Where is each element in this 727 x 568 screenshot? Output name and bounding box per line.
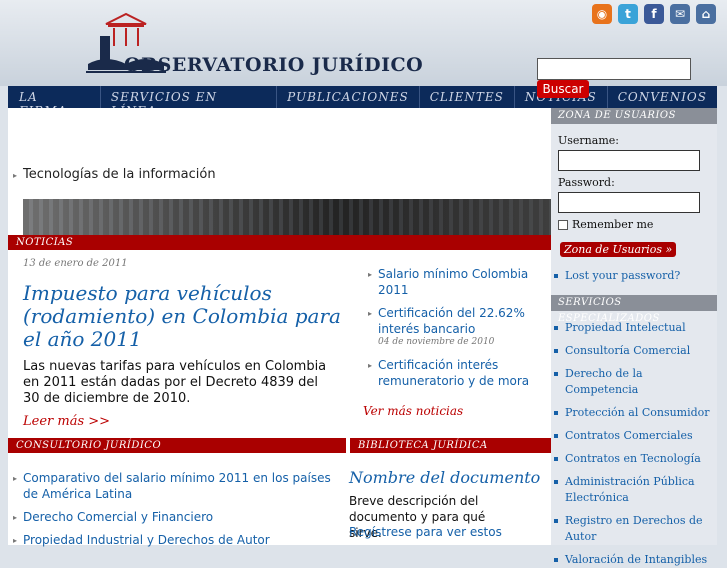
news-header: NOTICIAS xyxy=(8,235,551,250)
users-header: ZONA DE USUARIOS xyxy=(551,108,717,124)
users-zone-button[interactable]: Zona de Usuarios » xyxy=(560,242,677,257)
twitter-icon[interactable]: t xyxy=(618,4,638,24)
password-field[interactable] xyxy=(558,192,700,213)
mail-icon[interactable]: ✉ xyxy=(670,4,690,24)
news-headline[interactable]: Impuesto para vehículos (rodamiento) en … xyxy=(23,282,343,351)
search-input[interactable] xyxy=(537,58,691,80)
bullet-arrow-icon: ▸ xyxy=(368,309,373,318)
news-side-item[interactable]: ▸ Certificación del 22.62% interés bancar… xyxy=(368,305,543,337)
services-list: Propiedad Intelectual Consultoría Comerc… xyxy=(551,320,717,568)
news-side-item[interactable]: ▸ Certificación interés remuneratorio y d… xyxy=(368,357,543,389)
remember-checkbox[interactable] xyxy=(558,219,568,230)
social-links: ◉ t f ✉ ⌂ xyxy=(592,4,716,24)
main-nav: LA FIRMA SERVICIOS EN LÍNEA PUBLICACIONE… xyxy=(8,86,717,118)
bullet-arrow-icon: ▸ xyxy=(368,361,373,370)
users-links: Lost your password? xyxy=(551,268,717,284)
password-label: Password: xyxy=(558,176,615,189)
consultorio-header: CONSULTORIO JURÍDICO xyxy=(8,438,346,453)
site-title: OBSERVATORIO JURÍDICO xyxy=(124,54,424,76)
service-item[interactable]: Derecho de la Competencia xyxy=(551,366,717,398)
bullet-arrow-icon: ▸ xyxy=(368,270,373,279)
rss-icon[interactable]: ◉ xyxy=(592,4,612,24)
service-item[interactable]: Registro en Derechos de Autor xyxy=(551,513,717,545)
nav-clientes[interactable]: CLIENTES xyxy=(420,86,515,108)
service-item[interactable]: Contratos Comerciales xyxy=(551,428,717,444)
remember-row: Remember me xyxy=(558,218,653,231)
tech-link[interactable]: ▸ Tecnologías de la información xyxy=(13,167,216,182)
nav-convenios[interactable]: CONVENIOS xyxy=(608,86,717,108)
site-header: OBSERVATORIO JURÍDICO ◉ t f ✉ ⌂ xyxy=(0,0,727,86)
sidebar: ZONA DE USUARIOS Username: Password: Rem… xyxy=(551,108,717,566)
see-more-news-link[interactable]: Ver más noticias xyxy=(363,404,463,418)
service-item[interactable]: Propiedad Intelectual xyxy=(551,320,717,336)
read-more-link[interactable]: Leer más >> xyxy=(23,414,110,429)
bullet-arrow-icon: ▸ xyxy=(13,536,18,545)
list-item[interactable]: ▸ Derecho Comercial y Financiero xyxy=(13,509,338,525)
search-button[interactable]: Buscar xyxy=(537,80,589,98)
list-item[interactable]: ▸ Propiedad Industrial y Derechos de Auto… xyxy=(13,532,338,548)
bullet-arrow-icon: ▸ xyxy=(13,171,18,180)
service-item[interactable]: Protección al Consumidor xyxy=(551,405,717,421)
news-body: Las nuevas tarifas para vehículos en Col… xyxy=(23,359,327,406)
biblioteca-header: BIBLIOTECA JURÍDICA xyxy=(350,438,551,453)
service-item[interactable]: Consultoría Comercial xyxy=(551,343,717,359)
document-title[interactable]: Nombre del documento xyxy=(349,468,540,487)
username-field[interactable] xyxy=(558,150,700,171)
register-link[interactable]: Regístrese para ver estos xyxy=(349,525,502,539)
news-side-item[interactable]: ▸ Salario mínimo Colombia 2011 xyxy=(368,266,543,298)
list-item[interactable]: ▸ Comparativo del salario mínimo 2011 en … xyxy=(13,470,338,502)
service-item[interactable]: Valoración de Intangibles xyxy=(551,552,717,568)
consultorio-list: ▸ Comparativo del salario mínimo 2011 en … xyxy=(13,470,338,548)
news-date: 13 de enero de 2011 xyxy=(23,258,128,269)
bullet-arrow-icon: ▸ xyxy=(13,513,18,522)
news-side-date: 04 de noviembre de 2010 xyxy=(378,337,495,347)
facebook-icon[interactable]: f xyxy=(644,4,664,24)
nav-servicios[interactable]: SERVICIOS EN LÍNEA xyxy=(101,86,278,118)
main-content: ▸ Tecnologías de la información NOTICIAS … xyxy=(8,108,551,548)
bullet-arrow-icon: ▸ xyxy=(13,474,18,483)
nav-la-firma[interactable]: LA FIRMA xyxy=(8,86,101,118)
lost-password-link[interactable]: Lost your password? xyxy=(551,268,717,284)
username-label: Username: xyxy=(558,134,619,147)
services-header: SERVICIOS ESPECIALIZADOS xyxy=(551,295,717,324)
service-item[interactable]: Administración Pública Electrónica xyxy=(551,474,717,506)
remember-label: Remember me xyxy=(572,218,654,231)
home-icon[interactable]: ⌂ xyxy=(696,4,716,24)
news-side-list: ▸ Salario mínimo Colombia 2011 ▸ Certifica… xyxy=(368,266,543,389)
nav-publicaciones[interactable]: PUBLICACIONES xyxy=(277,86,420,108)
banner-image xyxy=(23,199,551,235)
service-item[interactable]: Contratos en Tecnología xyxy=(551,451,717,467)
